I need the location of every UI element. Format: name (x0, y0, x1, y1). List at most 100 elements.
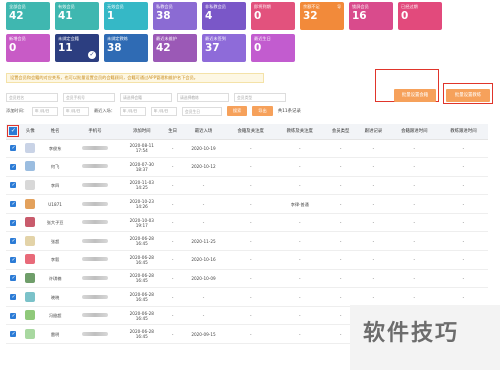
cell-last: 2020-10-09 (180, 269, 227, 289)
column-header: 教练及关注度 (275, 124, 325, 140)
table-row[interactable]: ✓ 李四 2020-11-03 14:25- - - - - - - - (6, 176, 488, 196)
stat-card[interactable]: 未绑定教练 38 (104, 34, 148, 62)
avatar (25, 328, 36, 339)
cell-ct: - (389, 250, 439, 270)
cell-cht: - (438, 269, 488, 289)
member-management-page: 全部会员 42 有效会员 41 无效会员 1 私教会员 38 非私教会员 4 即将到期 0 余额不足 32… (0, 0, 500, 370)
stat-card[interactable]: 最近未签到 37 (202, 34, 246, 62)
row-checkbox[interactable]: ✓ (10, 145, 17, 152)
stat-card[interactable]: 无效会员 1 (104, 2, 148, 30)
birthday-input[interactable]: 会员生日 (181, 106, 222, 116)
filter-input[interactable]: 请选择会籍 (120, 93, 172, 102)
added-end-date[interactable]: 年 /月/日 (62, 106, 89, 116)
cell-consultant: - (226, 324, 276, 345)
member-name[interactable]: 雷明 (39, 324, 71, 345)
member-name[interactable]: 冯翅超 (39, 306, 71, 326)
member-name[interactable]: 许琪楠 (39, 269, 71, 289)
column-header: 添加时间 (119, 124, 165, 140)
cell-coach: - (275, 139, 325, 159)
stat-card[interactable]: 私教会员 38 (153, 2, 197, 30)
cell-coach: - (275, 157, 325, 177)
batch-assign-coach-button[interactable]: 批量设置教练 (446, 89, 490, 102)
cell-last: 2020-11-25 (180, 231, 227, 252)
member-name[interactable]: 李四 (39, 176, 71, 196)
row-checkbox[interactable]: ✓ (10, 275, 17, 282)
row-checkbox[interactable]: ✓ (10, 238, 17, 245)
cell-consultant: - (226, 269, 276, 289)
cell-coach: - (275, 324, 325, 345)
phone-redacted (81, 313, 108, 318)
cell-birthday: - (164, 194, 181, 214)
notice-bar: 设置会员和会籍的对应关系，也可以批量设置会员的会籍顾问，会籍可通过APP管理和维… (6, 73, 264, 83)
stat-card[interactable]: 最近生日 0 (251, 34, 295, 62)
added-time: 2020-06-28 16:45 (119, 287, 165, 307)
stat-card[interactable]: 最近未维护 42 (153, 34, 197, 62)
table-row[interactable]: ✓ 李毅 2020-06-28 16:45-2020-10-16- - - - - - (6, 250, 488, 270)
stat-card[interactable]: 即将到期 0 (251, 2, 295, 30)
phone-redacted (81, 238, 108, 243)
member-name[interactable]: 何飞 (39, 157, 71, 177)
stat-card[interactable]: 已经过期 0 (398, 2, 442, 30)
avatar-cell (20, 194, 40, 214)
cell-type: - (324, 176, 358, 196)
cell-last: 2020-10-12 (180, 157, 227, 177)
filter-input[interactable]: 会员类型 (234, 93, 286, 102)
select-all-checkbox[interactable]: ✓ (7, 125, 20, 138)
member-name[interactable]: 晓晓 (39, 287, 71, 307)
avatar-cell (20, 231, 40, 252)
stat-card-label: 最近生日 (254, 36, 271, 41)
row-checkbox[interactable]: ✓ (10, 219, 17, 226)
row-checkbox[interactable]: ✓ (10, 163, 17, 170)
stat-card-label: 余额不足 (303, 4, 320, 9)
stat-card[interactable]: 未绑定会籍 11 ✓ (55, 34, 99, 62)
table-row[interactable]: ✓ 张超 2020-06-28 16:45-2020-11-25- - - - - - (6, 231, 488, 252)
last-visit-end-date[interactable]: 年 /月/日 (150, 106, 177, 116)
cell-last: - (180, 194, 227, 214)
row-checkbox[interactable]: ✓ (10, 256, 17, 263)
row-checkbox[interactable]: ✓ (10, 201, 17, 208)
row-checkbox[interactable]: ✓ (10, 294, 17, 301)
row-checkbox-cell: ✓ (6, 176, 21, 196)
member-name[interactable]: 李毅 (39, 250, 71, 270)
added-time: 2020-10-03 19:17 (119, 213, 165, 233)
member-name[interactable]: U1871 (39, 194, 71, 214)
filter-input[interactable]: 请选择教练 (177, 93, 229, 102)
export-button[interactable]: 导出 (252, 106, 273, 116)
stat-card[interactable]: 非私教会员 4 (202, 2, 246, 30)
row-checkbox[interactable]: ✓ (10, 331, 17, 338)
filter-input[interactable]: 会员姓名 (6, 93, 58, 102)
filter-input[interactable]: 会员手机号 (63, 93, 115, 102)
table-row[interactable]: ✓ 晓晓 2020-06-28 16:45- - - - - - - - (6, 287, 488, 307)
member-name[interactable]: 张大子豆 (39, 213, 71, 233)
cell-type: - (324, 157, 358, 177)
added-start-date[interactable]: 年 /月/日 (31, 106, 58, 116)
table-row[interactable]: ✓ 许琪楠 2020-06-28 16:45-2020-10-09- - - - - - (6, 269, 488, 289)
stat-card[interactable]: 全部会员 42 (6, 2, 50, 30)
member-name[interactable]: 张超 (39, 231, 71, 252)
cell-last: - (180, 213, 227, 233)
table-row[interactable]: ✓ U1871 2020-10-23 14:26- - - 李律·普通 - - - - (6, 194, 488, 214)
cell-consultant: - (226, 213, 276, 233)
search-button[interactable]: 搜索 (226, 106, 248, 116)
batch-assign-consultant-button[interactable]: 批量设置会籍 (394, 89, 436, 102)
stat-card[interactable]: 锁屏会员 16 (349, 2, 393, 30)
row-checkbox[interactable]: ✓ (10, 312, 17, 319)
member-name[interactable]: 李俊东 (39, 139, 71, 159)
stat-card[interactable]: 余额不足 32 导 (300, 2, 344, 30)
phone-redacted (81, 275, 108, 280)
cell-birthday: - (164, 269, 181, 289)
table-row[interactable]: ✓ 何飞 2020-07-30 18:37-2020-10-12- - - - - - (6, 157, 488, 177)
cell-ct: - (389, 157, 439, 177)
column-header: 跟进记录 (357, 124, 390, 140)
cell-birthday: - (164, 306, 181, 326)
table-row[interactable]: ✓ 李俊东 2020-08-11 17:54-2020-10-19- - - - - - (6, 139, 488, 159)
phone-cell (70, 269, 120, 289)
cell-ct: - (389, 194, 439, 214)
stat-card[interactable]: 有效会员 41 (55, 2, 99, 30)
row-checkbox[interactable]: ✓ (10, 182, 17, 189)
stat-card[interactable]: 新增会员 0 (6, 34, 50, 62)
filter-row-1: 会员姓名 会员手机号 请选择会籍 请选择教练 会员类型 (6, 93, 376, 102)
last-visit-start-date[interactable]: 年 /月/日 (119, 106, 146, 116)
table-row[interactable]: ✓ 张大子豆 2020-10-03 19:17- - - - - - - - (6, 213, 488, 233)
added-time: 2020-11-03 14:25 (119, 176, 165, 196)
